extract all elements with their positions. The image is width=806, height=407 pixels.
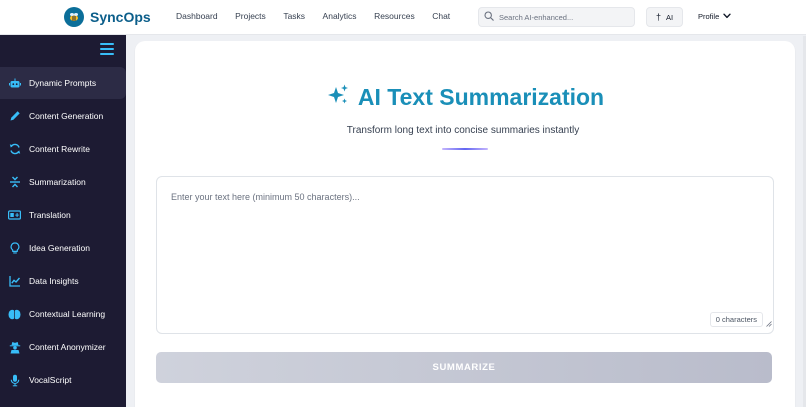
nav-projects[interactable]: Projects <box>235 11 266 21</box>
user-secret-icon <box>8 341 21 354</box>
dagger-icon: † <box>655 12 661 22</box>
sidebar-item-label: Idea Generation <box>29 243 90 253</box>
text-input[interactable] <box>157 177 773 333</box>
chart-line-icon <box>8 275 21 288</box>
sidebar-item-vocalscript[interactable]: VocalScript <box>0 364 126 396</box>
sidebar-item-data-insights[interactable]: Data Insights <box>0 265 126 297</box>
search-input[interactable] <box>499 12 629 22</box>
ai-button[interactable]: † AI <box>646 7 683 27</box>
sidebar-item-label: Dynamic Prompts <box>29 78 97 88</box>
compress-icon <box>8 176 21 189</box>
sidebar-item-label: VocalScript <box>29 375 72 385</box>
menu-toggle-icon[interactable] <box>100 43 114 55</box>
nav-chat[interactable]: Chat <box>432 11 450 21</box>
robot-icon <box>8 77 21 90</box>
sidebar-item-summarization[interactable]: Summarization <box>0 166 126 198</box>
sidebar-item-label: Content Generation <box>29 111 104 121</box>
brand-name: SyncOps <box>90 9 151 25</box>
sparkles-icon <box>326 83 358 112</box>
character-counter: 0 characters <box>709 312 763 327</box>
main-content: AI Text Summarization Transform long tex… <box>126 35 806 407</box>
sidebar-item-content-rewrite[interactable]: Content Rewrite <box>0 133 126 165</box>
profile-label: Profile <box>698 12 720 21</box>
top-navbar: SyncOps Dashboard Projects Tasks Analyti… <box>0 0 806 35</box>
nav-dashboard[interactable]: Dashboard <box>176 11 218 21</box>
nav-analytics[interactable]: Analytics <box>323 11 357 21</box>
microphone-icon <box>8 374 21 387</box>
summarize-button[interactable]: SUMMARIZE <box>156 352 772 383</box>
bee-icon <box>64 7 84 27</box>
search-box <box>478 7 635 27</box>
sidebar-item-idea-generation[interactable]: Idea Generation <box>0 232 126 264</box>
sidebar-item-label: Content Anonymizer <box>29 342 106 352</box>
chevron-down-icon <box>719 12 731 21</box>
sidebar-item-content-generation[interactable]: Content Generation <box>0 100 126 132</box>
page-title: AI Text Summarization <box>357 84 605 110</box>
sidebar-item-contextual-learning[interactable]: Contextual Learning <box>0 298 126 330</box>
search-icon <box>484 8 494 26</box>
text-input-area: 0 characters <box>156 176 774 334</box>
page-header: AI Text Summarization <box>135 83 795 112</box>
sidebar-item-label: Summarization <box>29 177 86 187</box>
brain-icon <box>8 308 21 321</box>
sidebar-item-dynamic-prompts[interactable]: Dynamic Prompts <box>0 67 126 99</box>
sidebar: Dynamic Prompts Content Generation Conte… <box>0 35 126 407</box>
sidebar-item-label: Contextual Learning <box>29 309 106 319</box>
ai-button-label: AI <box>665 12 674 22</box>
sidebar-item-label: Translation <box>29 210 71 220</box>
lightbulb-icon <box>8 241 21 255</box>
summarization-card: AI Text Summarization Transform long tex… <box>135 41 795 407</box>
pencil-icon <box>8 110 21 123</box>
page-subtitle: Transform long text into concise summari… <box>346 125 580 136</box>
main-nav: Dashboard Projects Tasks Analytics Resou… <box>176 11 468 21</box>
sidebar-item-content-anonymizer[interactable]: Content Anonymizer <box>0 331 126 363</box>
profile-menu[interactable]: Profile <box>698 12 731 21</box>
refresh-icon <box>8 143 21 156</box>
resize-handle-icon[interactable] <box>766 314 772 332</box>
title-divider <box>442 148 488 150</box>
nav-resources[interactable]: Resources <box>374 11 415 21</box>
nav-tasks[interactable]: Tasks <box>283 11 305 21</box>
sidebar-item-label: Content Rewrite <box>29 144 90 154</box>
sidebar-item-label: Data Insights <box>29 276 79 286</box>
brand[interactable]: SyncOps <box>64 7 151 27</box>
sidebar-item-translation[interactable]: Translation <box>0 199 126 231</box>
language-icon <box>8 209 21 222</box>
